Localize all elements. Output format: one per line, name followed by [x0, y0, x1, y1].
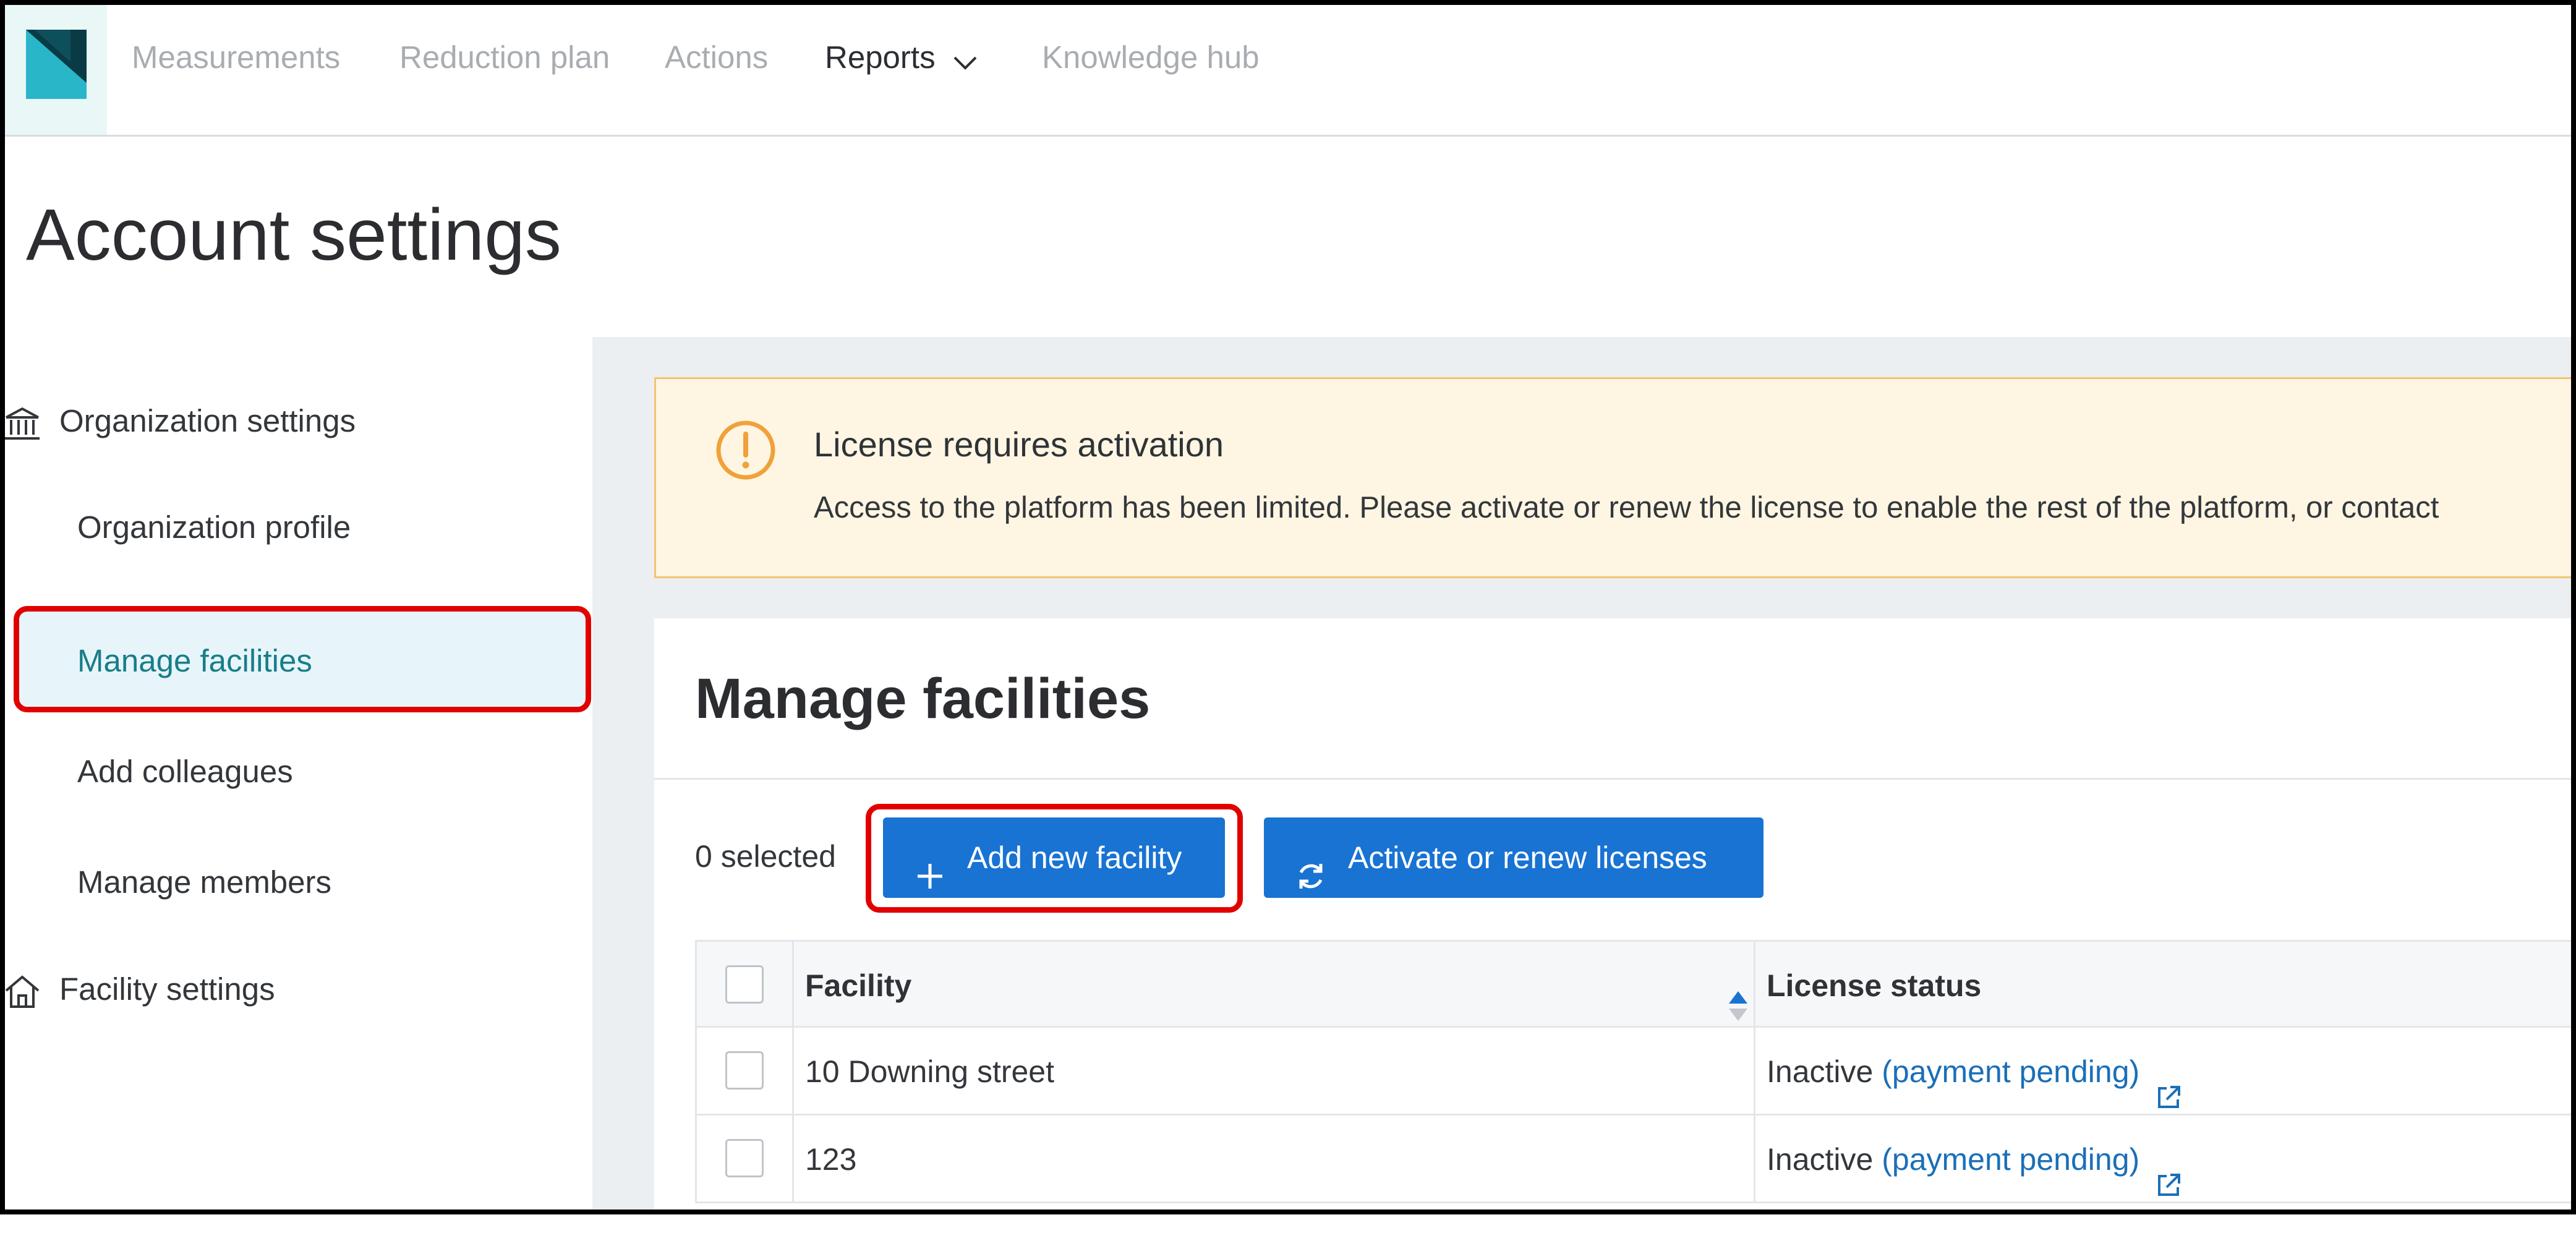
top-nav: Measurements Reduction plan Actions Repo… — [0, 0, 2576, 137]
row-checkbox-cell — [695, 1116, 794, 1203]
divider — [654, 778, 2576, 780]
chevron-down-icon — [953, 38, 978, 82]
header-checkbox-cell — [695, 942, 794, 1030]
nav-reduction-plan[interactable]: Reduction plan — [399, 36, 610, 79]
external-link-icon[interactable] — [2154, 1145, 2183, 1196]
license-alert: License requires activation Access to th… — [654, 377, 2576, 578]
row-checkbox-cell — [695, 1028, 794, 1116]
bank-icon — [4, 405, 41, 442]
logo-icon — [26, 30, 87, 99]
select-all-checkbox[interactable] — [725, 965, 764, 1004]
license-status-text: Inactive — [1767, 1142, 1874, 1177]
warning-circle-icon — [715, 419, 777, 481]
activate-renew-licenses-button[interactable]: Activate or renew licenses — [1264, 817, 1764, 898]
payment-pending-link[interactable]: (payment pending) — [1882, 1054, 2139, 1089]
nav-measurements[interactable]: Measurements — [132, 36, 340, 79]
table-row: 123 Inactive (payment pending) — [695, 1116, 2576, 1203]
logo[interactable] — [5, 5, 107, 135]
nav-reports-label: Reports — [825, 40, 936, 75]
external-link-icon[interactable] — [2154, 1057, 2183, 1108]
highlight-annotation — [14, 606, 591, 712]
sidebar-item-add-colleagues[interactable]: Add colleagues — [77, 750, 293, 793]
sidebar-heading-organization[interactable]: Organization settings — [4, 399, 356, 443]
nav-actions[interactable]: Actions — [665, 36, 768, 79]
page-title: Account settings — [26, 194, 561, 276]
license-status: Inactive (payment pending) — [1755, 1028, 2576, 1116]
highlight-annotation — [866, 804, 1243, 913]
license-status-text: Inactive — [1767, 1054, 1874, 1089]
sidebar-item-manage-members[interactable]: Manage members — [77, 861, 331, 904]
facility-name[interactable]: 123 — [794, 1116, 1755, 1203]
license-status: Inactive (payment pending) — [1755, 1116, 2576, 1203]
row-checkbox[interactable] — [725, 1139, 764, 1177]
alert-body: Access to the platform has been limited.… — [814, 491, 2439, 524]
nav-knowledge-hub[interactable]: Knowledge hub — [1042, 36, 1260, 79]
table-row: 10 Downing street Inactive (payment pend… — [695, 1028, 2576, 1116]
sidebar-item-organization-profile[interactable]: Organization profile — [77, 506, 351, 549]
home-icon — [4, 973, 41, 1010]
alert-title: License requires activation — [814, 425, 1224, 464]
payment-pending-link[interactable]: (payment pending) — [1882, 1142, 2139, 1177]
header-facility-label: Facility — [805, 968, 912, 1003]
sidebar-heading-organization-label: Organization settings — [59, 403, 356, 438]
nav-reports[interactable]: Reports — [825, 36, 978, 82]
facility-name[interactable]: 10 Downing street — [794, 1028, 1755, 1116]
header-license-status[interactable]: License status — [1755, 942, 2576, 1030]
selected-count: 0 selected — [695, 839, 836, 874]
sidebar-heading-facility[interactable]: Facility settings — [4, 968, 275, 1011]
row-checkbox[interactable] — [725, 1051, 764, 1090]
table-header-row: Facility License status — [695, 940, 2576, 1030]
refresh-icon — [1294, 843, 1328, 889]
manage-facilities-panel: Manage facilities 0 selected Add new fac… — [654, 618, 2576, 1214]
activate-renew-licenses-label: Activate or renew licenses — [1348, 840, 1707, 875]
sidebar-heading-facility-label: Facility settings — [59, 971, 275, 1007]
header-facility[interactable]: Facility — [794, 942, 1755, 1030]
panel-title: Manage facilities — [695, 667, 1151, 730]
sort-icon[interactable] — [1728, 969, 1749, 1021]
